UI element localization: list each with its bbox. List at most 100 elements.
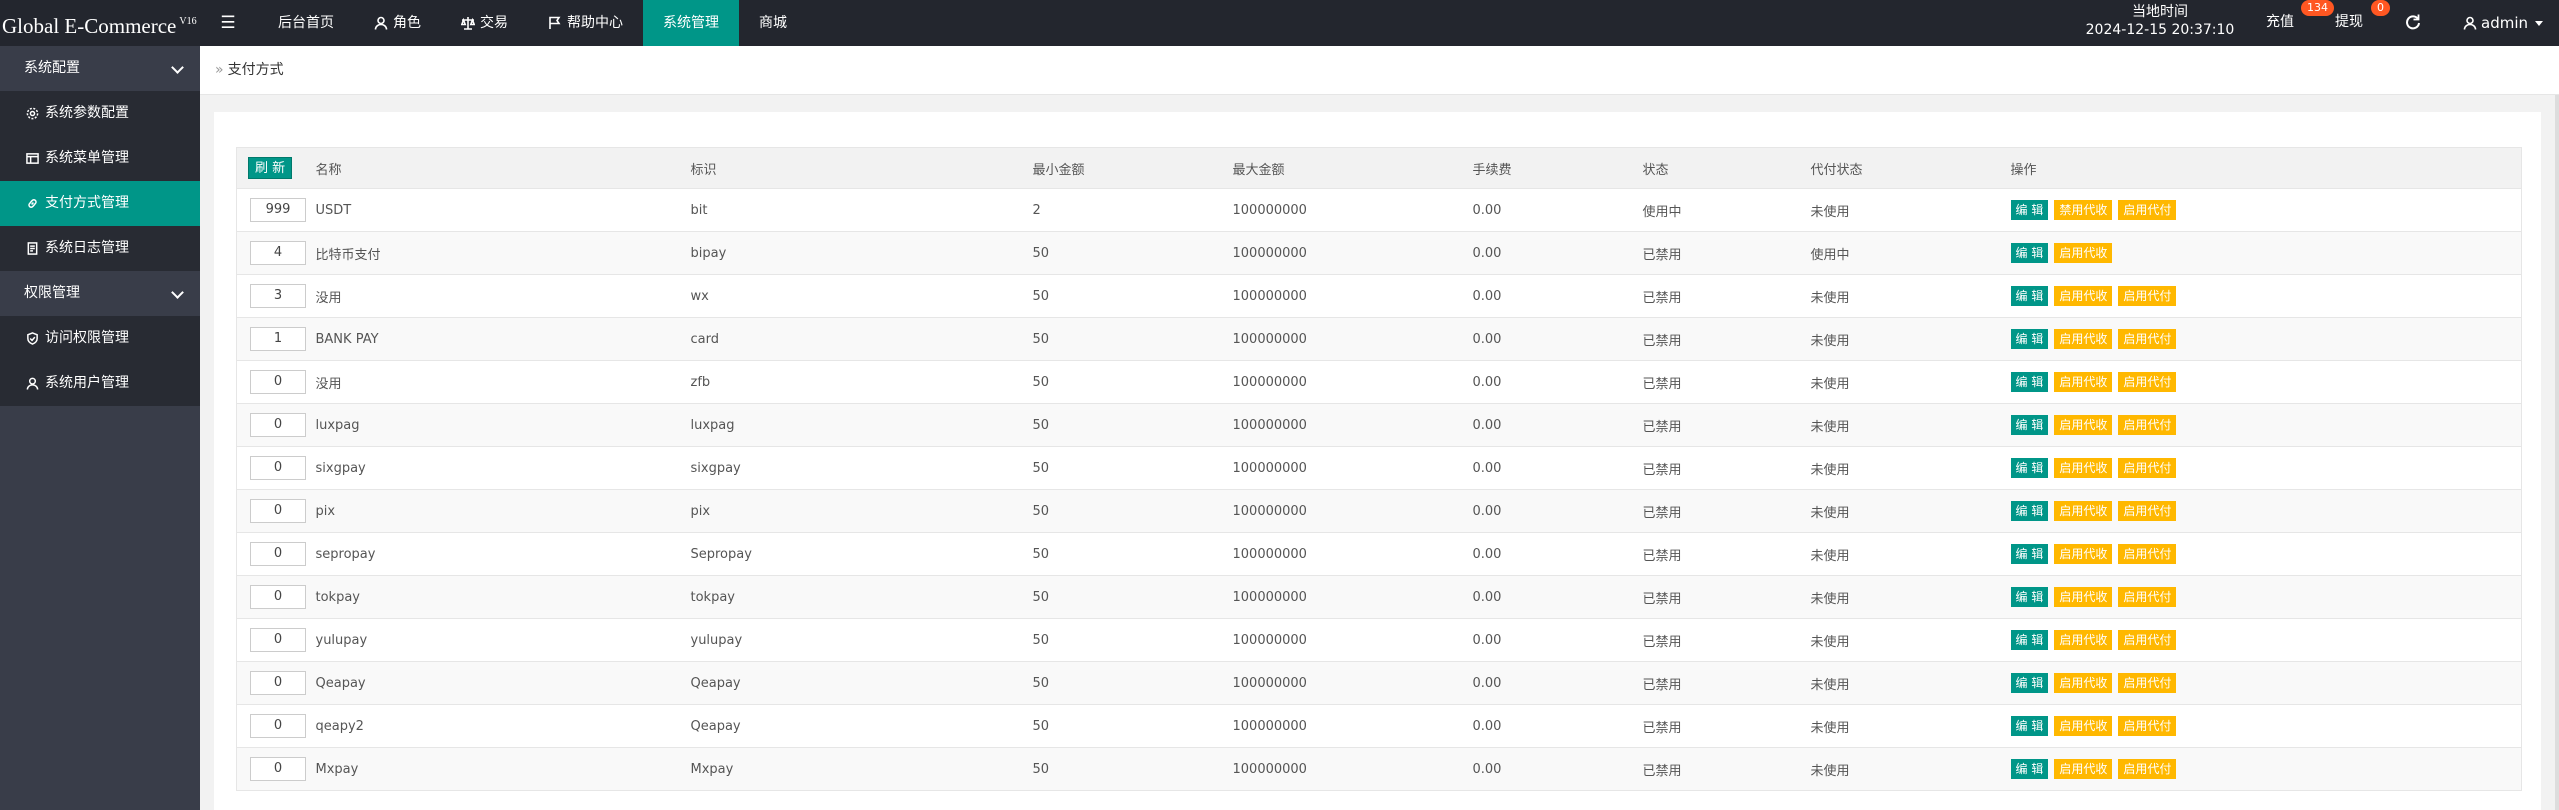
toggle-collect-button[interactable]: 启用代收 bbox=[2054, 716, 2113, 736]
sidebar-item-payment[interactable]: 支付方式管理 bbox=[0, 181, 200, 226]
logo-text: Global E-Commerce bbox=[2, 14, 177, 38]
toggle-collect-button[interactable]: 启用代收 bbox=[2054, 286, 2113, 306]
toggle-payout-button[interactable]: 启用代付 bbox=[2118, 286, 2177, 306]
user-icon bbox=[2463, 16, 2477, 30]
edit-button[interactable]: 编 辑 bbox=[2010, 759, 2049, 779]
sidebar-item-logs[interactable]: 系统日志管理 bbox=[0, 226, 200, 271]
toggle-payout-button[interactable]: 启用代付 bbox=[2118, 673, 2177, 693]
actions-cell: 编 辑启用代收 启用代付 bbox=[1997, 489, 2522, 533]
sort-input[interactable]: 0 bbox=[250, 757, 306, 781]
toggle-payout-button[interactable]: 启用代付 bbox=[2118, 716, 2177, 736]
sort-input[interactable]: 4 bbox=[250, 241, 306, 265]
nav-trade[interactable]: 交易 bbox=[441, 0, 528, 46]
toggle-collect-button[interactable]: 启用代收 bbox=[2054, 673, 2113, 693]
edit-button[interactable]: 编 辑 bbox=[2010, 630, 2049, 650]
toggle-collect-button[interactable]: 禁用代收 bbox=[2054, 200, 2113, 220]
edit-button[interactable]: 编 辑 bbox=[2010, 200, 2049, 220]
table-row: 1 BANK PAY card 50 100000000 0.00 已禁用 未使用编 辑启用代… bbox=[236, 317, 2522, 361]
toggle-payout-button[interactable]: 启用代付 bbox=[2118, 587, 2177, 607]
nav-role[interactable]: 角色 bbox=[354, 0, 441, 46]
toggle-payout-button[interactable]: 启用代付 bbox=[2118, 759, 2177, 779]
min-amount-cell: 50 bbox=[1019, 446, 1220, 490]
menu-toggle-icon[interactable]: ☰ bbox=[210, 0, 246, 46]
toggle-collect-button[interactable]: 启用代收 bbox=[2054, 544, 2113, 564]
toggle-payout-button[interactable]: 启用代付 bbox=[2118, 200, 2177, 220]
toggle-collect-button[interactable]: 启用代收 bbox=[2054, 759, 2113, 779]
toggle-collect-button[interactable]: 启用代收 bbox=[2054, 458, 2113, 478]
scrollbar[interactable] bbox=[2555, 95, 2559, 810]
sort-input[interactable]: 0 bbox=[250, 413, 306, 437]
sort-input[interactable]: 0 bbox=[250, 499, 306, 523]
sort-input[interactable]: 0 bbox=[250, 542, 306, 566]
toggle-collect-button[interactable]: 启用代收 bbox=[2054, 415, 2113, 435]
actions-cell: 编 辑启用代收 启用代付 bbox=[1997, 661, 2522, 705]
nav-help[interactable]: 帮助中心 bbox=[528, 0, 643, 46]
edit-button[interactable]: 编 辑 bbox=[2010, 329, 2049, 349]
edit-button[interactable]: 编 辑 bbox=[2010, 458, 2049, 478]
recharge-link[interactable]: 充值 bbox=[2266, 0, 2294, 46]
min-amount-cell: 50 bbox=[1019, 317, 1220, 361]
toggle-payout-button[interactable]: 启用代付 bbox=[2118, 544, 2177, 564]
edit-button[interactable]: 编 辑 bbox=[2010, 544, 2049, 564]
toggle-payout-button[interactable]: 启用代付 bbox=[2118, 372, 2177, 392]
sidebar-item-menus[interactable]: 系统菜单管理 bbox=[0, 136, 200, 181]
refresh-icon[interactable] bbox=[2404, 13, 2422, 31]
toggle-collect-button[interactable]: 启用代收 bbox=[2054, 501, 2113, 521]
toggle-payout-button[interactable]: 启用代付 bbox=[2118, 329, 2177, 349]
sidebar-group-system-config[interactable]: 系统配置 bbox=[0, 46, 200, 91]
code-cell: tokpay bbox=[677, 575, 1020, 619]
sort-input[interactable]: 0 bbox=[250, 671, 306, 695]
toggle-collect-button[interactable]: 启用代收 bbox=[2054, 630, 2113, 650]
toggle-payout-button[interactable]: 启用代付 bbox=[2118, 630, 2177, 650]
edit-button[interactable]: 编 辑 bbox=[2010, 243, 2049, 263]
toggle-collect-button[interactable]: 启用代收 bbox=[2054, 587, 2113, 607]
toggle-collect-button[interactable]: 启用代收 bbox=[2054, 372, 2113, 392]
sort-input[interactable]: 0 bbox=[250, 370, 306, 394]
sidebar-item-access[interactable]: 访问权限管理 bbox=[0, 316, 200, 361]
max-amount-cell: 100000000 bbox=[1219, 532, 1460, 576]
sort-input[interactable]: 0 bbox=[250, 714, 306, 738]
toggle-collect-button[interactable]: 启用代收 bbox=[2054, 243, 2113, 263]
table-row: 0 Mxpay Mxpay 50 100000000 0.00 已禁用 未使用编 辑启用代收启… bbox=[236, 747, 2522, 791]
toggle-payout-button[interactable]: 启用代付 bbox=[2118, 458, 2177, 478]
actions-cell: 编 辑启用代收 启用代付 bbox=[1997, 274, 2522, 318]
min-amount-cell: 50 bbox=[1019, 489, 1220, 533]
sort-input[interactable]: 3 bbox=[250, 284, 306, 308]
top-nav: 后台首页 角色 交易 帮助中心 系统管理 商城 bbox=[258, 0, 807, 46]
toggle-payout-button[interactable]: 启用代付 bbox=[2118, 415, 2177, 435]
edit-button[interactable]: 编 辑 bbox=[2010, 587, 2049, 607]
sidebar-item-users[interactable]: 系统用户管理 bbox=[0, 361, 200, 406]
sort-cell: 0 bbox=[236, 747, 306, 791]
edit-button[interactable]: 编 辑 bbox=[2010, 286, 2049, 306]
toggle-collect-button[interactable]: 启用代收 bbox=[2054, 329, 2113, 349]
fee-cell: 0.00 bbox=[1459, 532, 1630, 576]
edit-button[interactable]: 编 辑 bbox=[2010, 501, 2049, 521]
payout-status-cell: 未使用 bbox=[1797, 704, 1998, 748]
user-menu[interactable]: admin bbox=[2463, 0, 2543, 46]
sort-input[interactable]: 0 bbox=[250, 628, 306, 652]
sort-input[interactable]: 0 bbox=[250, 456, 306, 480]
nav-home[interactable]: 后台首页 bbox=[258, 0, 354, 46]
sidebar-item-params[interactable]: 系统参数配置 bbox=[0, 91, 200, 136]
sidebar-group-permissions[interactable]: 权限管理 bbox=[0, 271, 200, 316]
sort-input[interactable]: 999 bbox=[250, 198, 306, 222]
status-cell: 已禁用 bbox=[1629, 532, 1798, 576]
sort-cell: 0 bbox=[236, 403, 306, 447]
withdraw-link[interactable]: 提现 bbox=[2335, 0, 2363, 46]
toggle-payout-button[interactable]: 启用代付 bbox=[2118, 501, 2177, 521]
edit-button[interactable]: 编 辑 bbox=[2010, 372, 2049, 392]
sort-input[interactable]: 1 bbox=[250, 327, 306, 351]
edit-button[interactable]: 编 辑 bbox=[2010, 415, 2049, 435]
nav-mall[interactable]: 商城 bbox=[739, 0, 807, 46]
nav-system[interactable]: 系统管理 bbox=[643, 0, 739, 46]
sort-input[interactable]: 0 bbox=[250, 585, 306, 609]
max-amount-cell: 100000000 bbox=[1219, 446, 1460, 490]
name-cell: Mxpay bbox=[302, 747, 678, 791]
edit-button[interactable]: 编 辑 bbox=[2010, 716, 2049, 736]
table-row: 0 yulupay yulupay 50 100000000 0.00 已禁用 未使用编 辑启… bbox=[236, 618, 2522, 662]
refresh-button[interactable]: 刷 新 bbox=[248, 157, 293, 179]
logo[interactable]: Global E-Commerce V16 bbox=[0, 0, 200, 46]
table-row: 0 pix pix 50 100000000 0.00 已禁用 未使用编 辑启用代收 启用代付 bbox=[236, 489, 2522, 533]
fee-cell: 0.00 bbox=[1459, 317, 1630, 361]
edit-button[interactable]: 编 辑 bbox=[2010, 673, 2049, 693]
